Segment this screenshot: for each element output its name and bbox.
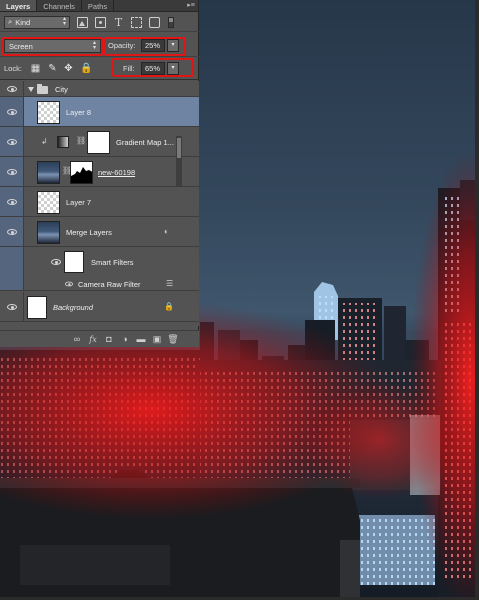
layer-thumbnail — [27, 296, 47, 319]
layer-row-group-city[interactable]: City — [0, 81, 199, 97]
visibility-column — [0, 97, 24, 126]
filter-kind-select[interactable]: ⌕ Kind ▴ ▾ — [4, 15, 70, 29]
visibility-column — [0, 292, 24, 321]
layer-name: Smart Filters — [91, 258, 134, 267]
layer-name: Layer 7 — [66, 198, 92, 207]
layer-row-background[interactable]: Background 🔒 — [0, 292, 199, 322]
tab-paths[interactable]: Paths — [82, 0, 115, 11]
layer-row-layer-7[interactable]: Layer 7 — [0, 187, 199, 217]
visibility-column — [0, 277, 24, 290]
smart-filter-mask-thumbnail — [64, 251, 84, 273]
canvas-border-right — [475, 0, 479, 600]
shape-filter-icon[interactable] — [131, 16, 142, 28]
link-icon[interactable]: ∞ — [69, 334, 85, 344]
layer-thumbnail — [37, 221, 60, 244]
smart-filters-badge-icon[interactable]: ◐ — [164, 227, 169, 236]
eye-icon[interactable] — [7, 169, 17, 175]
eye-icon[interactable] — [7, 304, 17, 310]
select-arrows-icon: ▴ ▾ — [62, 16, 66, 27]
layer-name: City — [55, 85, 68, 94]
folder-icon — [37, 84, 48, 94]
tab-channels[interactable]: Channels — [37, 0, 82, 11]
adjustment-icon[interactable]: ◑ — [117, 334, 133, 344]
layer-name: Gradient Map 1... — [116, 138, 174, 147]
new-layer-icon[interactable]: ▣ — [149, 334, 165, 345]
eye-icon[interactable] — [7, 139, 17, 145]
opacity-dropdown-button[interactable]: ▾ — [167, 39, 179, 52]
filter-blending-options-icon[interactable]: ☰ — [166, 279, 173, 288]
fx-icon[interactable]: fx — [85, 335, 101, 344]
layer-thumbnail — [37, 191, 60, 214]
layer-thumbnail — [37, 161, 60, 184]
chain-link-icon[interactable]: ⛓ — [76, 136, 86, 145]
lock-fill-row: Lock: ▦ ✎ ✥ 🔒 Fill: 65% ▾ — [0, 58, 199, 80]
layer-row-layer-8[interactable]: Layer 8 — [0, 97, 199, 127]
eye-icon[interactable] — [51, 259, 61, 265]
panel-menu-icon[interactable]: ▸≡ — [184, 0, 198, 11]
select-arrows-icon: ▴ ▾ — [92, 40, 96, 51]
layers-bottom-bar: ∞ fx ◘ ◑ ▬ ▣ 🗑 — [0, 330, 199, 347]
eye-icon[interactable] — [65, 281, 73, 287]
visibility-column — [0, 187, 24, 216]
visibility-column — [0, 217, 24, 246]
lock-all-icon[interactable]: 🔒 — [80, 63, 92, 74]
layer-row-new-60198[interactable]: ⛓ new-60198 — [0, 157, 199, 187]
lock-transparent-pixels-icon[interactable]: ▦ — [30, 63, 41, 74]
layer-row-smart-filters[interactable]: Smart Filters — [0, 247, 199, 277]
tab-layers[interactable]: Layers — [0, 0, 38, 11]
layer-mask-thumbnail — [70, 161, 93, 184]
layer-name: Layer 8 — [66, 108, 92, 117]
visibility-column — [0, 81, 24, 96]
layer-name: new-60198 — [98, 168, 136, 177]
type-filter-icon[interactable]: T — [113, 17, 124, 28]
layers-panel: Layers Channels Paths ▸≡ ⌕ Kind ▴ ▾ T Scr… — [0, 0, 199, 347]
eye-icon[interactable] — [7, 229, 17, 235]
layers-list: City Layer 8 ↲ ⛓ Gradient Map 1... ⛓ new… — [0, 81, 199, 326]
panel-tab-bar: Layers Channels Paths ▸≡ — [0, 0, 198, 12]
layer-row-merge-layers[interactable]: Merge Layers ◐ — [0, 217, 199, 247]
layer-name: Camera Raw Filter — [78, 280, 141, 289]
layer-thumbnail — [37, 101, 60, 124]
lock-icon: 🔒 — [164, 302, 174, 311]
smart-object-filter-icon[interactable] — [149, 16, 160, 28]
layers-scrollbar-thumb[interactable] — [177, 138, 181, 158]
folder-icon[interactable]: ▬ — [133, 334, 149, 344]
adjustment-filter-icon[interactable] — [95, 16, 106, 28]
clipping-mask-arrow-icon: ↲ — [41, 137, 48, 146]
blend-opacity-row: Screen ▴ ▾ Opacity: 25% ▾ — [0, 34, 199, 57]
blend-mode-value: Screen — [9, 41, 33, 51]
lock-image-pixels-icon[interactable]: ✎ — [47, 63, 58, 74]
layer-mask-thumbnail — [87, 131, 110, 154]
tab-spacer — [114, 0, 184, 11]
layer-name: Merge Layers — [66, 228, 112, 237]
layer-row-camera-raw-filter[interactable]: Camera Raw Filter ☰ — [0, 277, 199, 291]
eye-icon[interactable] — [7, 109, 17, 115]
mask-silhouette-icon — [71, 162, 92, 176]
layer-row-gradient-map[interactable]: ↲ ⛓ Gradient Map 1... — [0, 127, 199, 157]
fill-label: Fill: — [123, 64, 135, 73]
layer-filter-row: ⌕ Kind ▴ ▾ T — [0, 13, 199, 32]
opacity-label: Opacity: — [108, 41, 136, 50]
eye-icon[interactable] — [7, 199, 17, 205]
visibility-column — [0, 247, 24, 277]
visibility-column — [0, 157, 24, 186]
lock-position-icon[interactable]: ✥ — [63, 63, 74, 74]
layer-name: Background — [53, 303, 94, 312]
opacity-input[interactable]: 25% — [141, 39, 165, 52]
fill-dropdown-button[interactable]: ▾ — [167, 62, 179, 75]
eye-icon[interactable] — [7, 86, 17, 92]
filter-toggle-switch[interactable] — [168, 16, 174, 28]
lock-label: Lock: — [4, 64, 22, 73]
gradient-map-adjustment-icon — [57, 136, 69, 148]
visibility-column — [0, 127, 24, 156]
filter-kind-label: Kind — [15, 17, 31, 27]
fill-input[interactable]: 65% — [141, 62, 165, 75]
blend-mode-select[interactable]: Screen ▴ ▾ — [4, 39, 101, 53]
expand-triangle-icon[interactable] — [28, 87, 34, 92]
mask-icon[interactable]: ◘ — [101, 334, 117, 344]
trash-icon[interactable]: 🗑 — [165, 334, 181, 345]
pixel-filter-icon[interactable] — [77, 16, 88, 28]
